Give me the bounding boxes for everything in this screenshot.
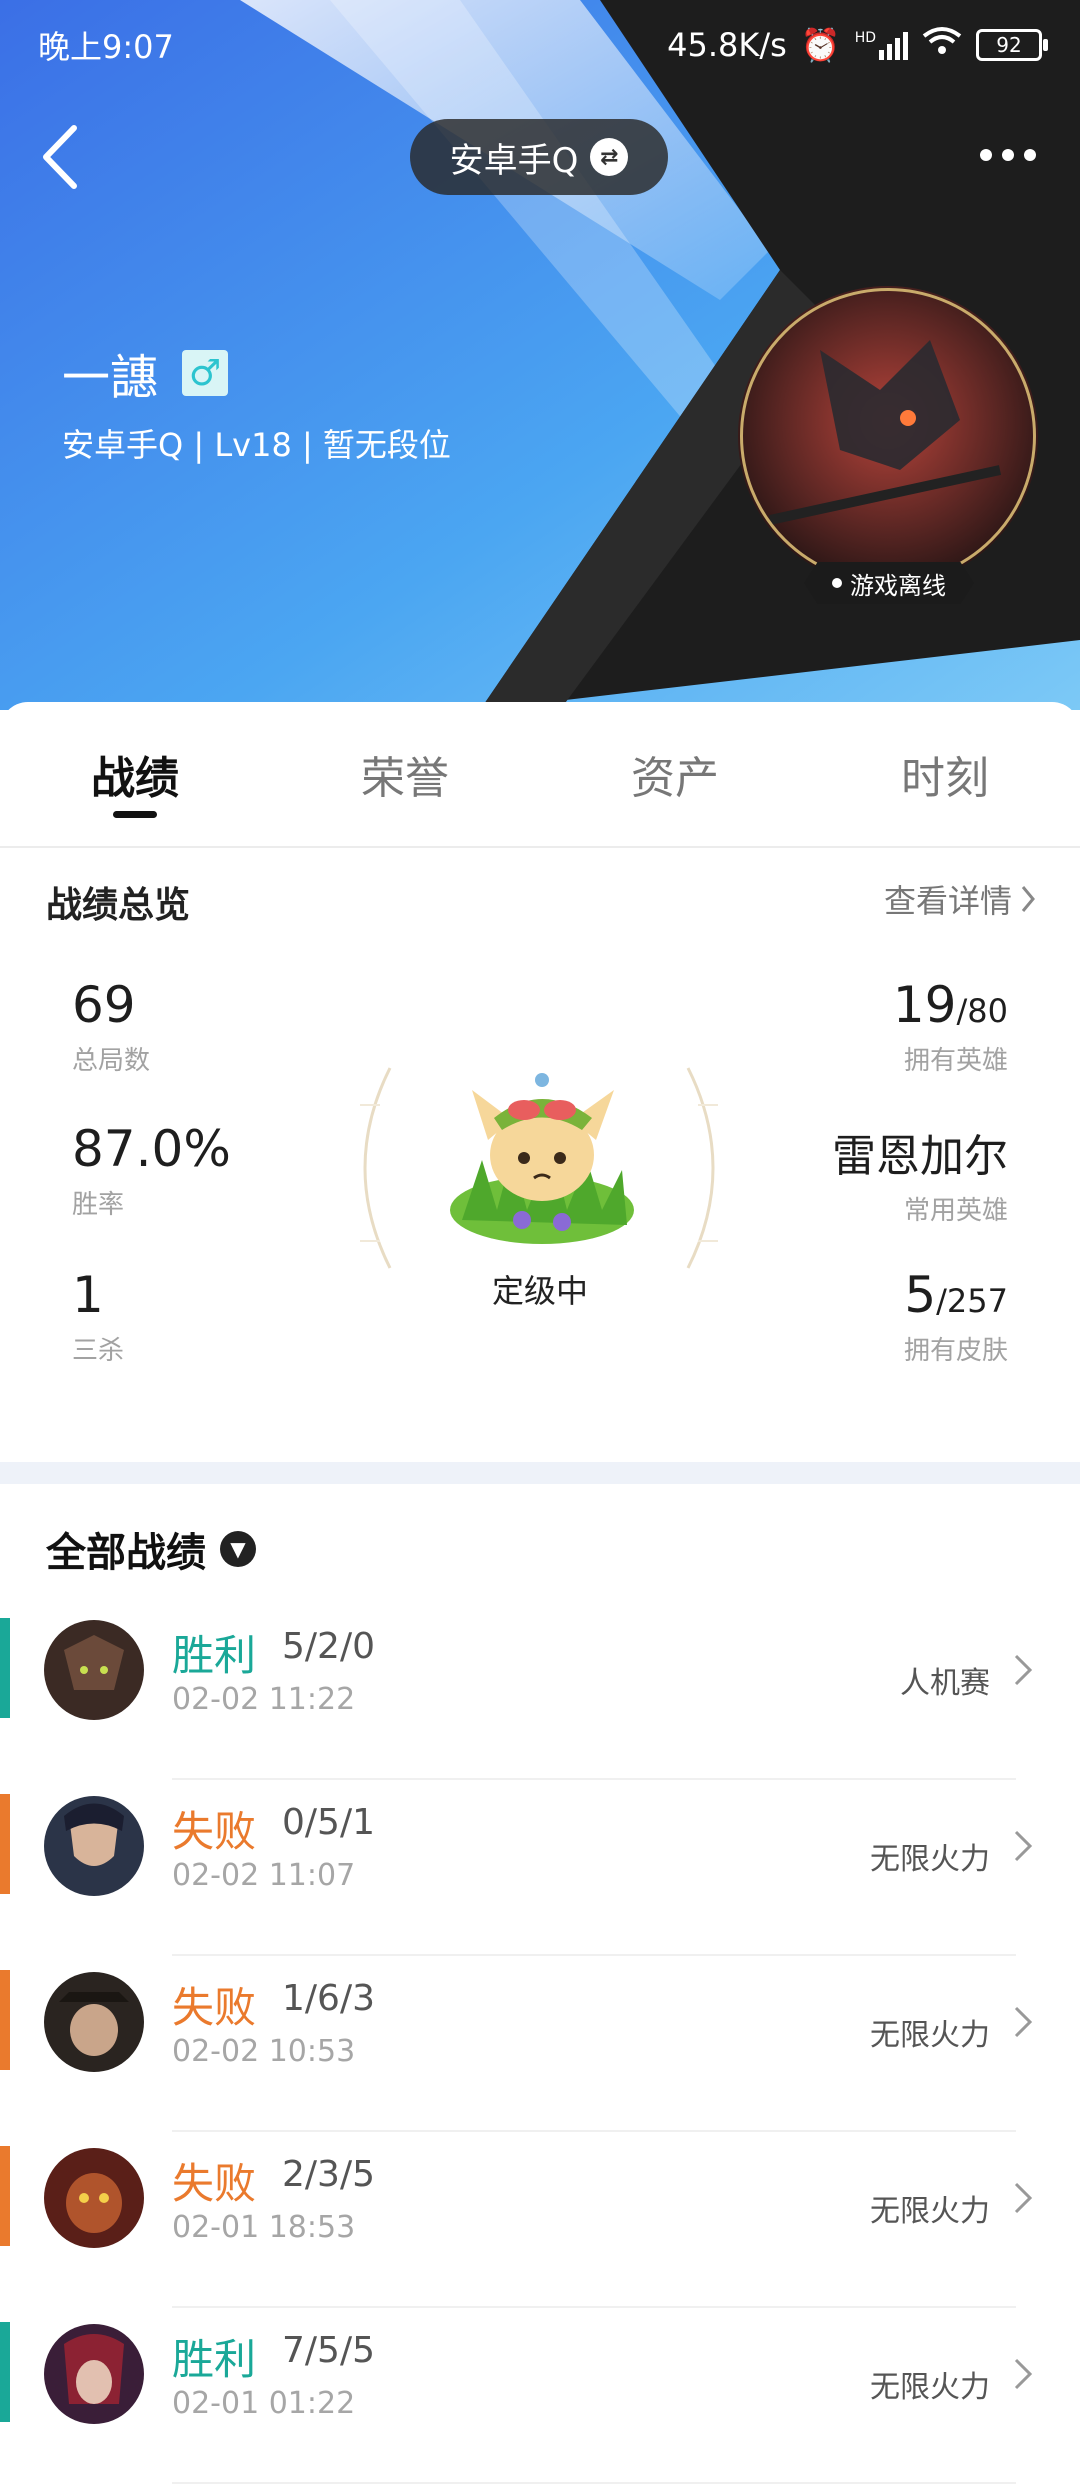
profile-header: 晚上9:07 45.8K/s ⏰ HD 92 安卓手Q ⇄ 一譓 ♂ 安卓手Q … (0, 0, 1080, 710)
status-dot-icon (832, 578, 842, 588)
tab-honor[interactable]: 荣誉 (270, 702, 540, 846)
match-mode: 人机赛 (900, 1666, 990, 1701)
match-time: 02-01 01:22 (172, 2386, 356, 2421)
hero-avatar (44, 1972, 144, 2072)
match-list-title: 全部战绩 (46, 1530, 206, 1576)
tab-record[interactable]: 战绩 (0, 702, 270, 846)
chevron-right-icon (1014, 2006, 1033, 2038)
battery-icon: 92 (976, 29, 1048, 61)
more-button[interactable] (976, 140, 1040, 170)
stat-value: 雷恩加尔 (832, 1131, 1008, 1182)
player-subtitle: 安卓手Q | Lv18 | 暂无段位 (62, 426, 451, 464)
match-row[interactable]: 失败 1/6/3 02-02 10:53 无限火力 (0, 1956, 1080, 2132)
hero-avatar (44, 1620, 144, 1720)
more-dots-icon (980, 149, 992, 161)
stat-value: 19 (892, 976, 957, 1034)
clock: 晚上9:07 (38, 28, 174, 66)
match-mode: 无限火力 (870, 2018, 990, 2053)
match-mode: 无限火力 (870, 2370, 990, 2405)
hero-avatar (44, 2324, 144, 2424)
stat-total-games: 69 总局数 (72, 976, 150, 1077)
match-kda: 0/5/1 (282, 1802, 375, 1843)
chevron-right-icon (1014, 1830, 1033, 1862)
tab-moments[interactable]: 时刻 (810, 702, 1080, 846)
hero-avatar (44, 1796, 144, 1896)
match-row[interactable]: 失败 2/3/5 02-01 18:53 无限火力 (0, 2132, 1080, 2308)
account-label: 安卓手Q (449, 140, 579, 181)
player-avatar[interactable] (740, 288, 1036, 584)
match-mode: 无限火力 (870, 2194, 990, 2229)
stat-win-rate: 87.0% 胜率 (72, 1120, 231, 1221)
match-result: 胜利 (172, 1631, 257, 1680)
chevron-right-icon (1014, 2358, 1033, 2390)
wifi-icon (922, 26, 962, 64)
rank-teemo-icon (450, 1073, 634, 1244)
player-name: 一譓 (62, 350, 159, 406)
chevron-down-circle-icon: ▼ (220, 1531, 256, 1567)
stat-label: 拥有英雄 (903, 1046, 1008, 1076)
match-result: 失败 (172, 1807, 257, 1856)
battery-level: 92 (996, 33, 1022, 57)
chevron-right-icon (1014, 1654, 1033, 1686)
match-time: 02-01 18:53 (172, 2210, 356, 2245)
match-time: 02-02 11:22 (172, 1682, 356, 1717)
hero-avatar (44, 2148, 144, 2248)
match-kda: 7/5/5 (282, 2330, 375, 2371)
profile-tabs: 战绩 荣誉 资产 时刻 (0, 702, 1080, 848)
result-indicator (0, 2146, 10, 2246)
swap-icon: ⇄ (590, 138, 629, 176)
male-gender-icon: ♂ (182, 350, 229, 396)
stat-owned-heroes: 19/80 拥有英雄 (893, 976, 1008, 1077)
chevron-right-icon (1014, 2182, 1033, 2214)
match-result: 胜利 (172, 2335, 257, 2384)
match-mode: 无限火力 (870, 1842, 990, 1877)
result-indicator (0, 1970, 10, 2070)
stat-label: 三杀 (72, 1336, 125, 1366)
match-kda: 2/3/5 (282, 2154, 375, 2195)
match-filter-dropdown[interactable]: 全部战绩 ▼ (46, 1520, 256, 1578)
stat-value: 69 (72, 976, 136, 1034)
online-status-badge: 游戏离线 (804, 562, 974, 604)
view-details-link[interactable]: 查看详情 (884, 876, 1036, 922)
result-indicator (0, 1618, 10, 1718)
match-time: 02-02 11:07 (172, 1858, 356, 1893)
view-details-label: 查看详情 (883, 882, 1012, 920)
stat-label: 胜率 (72, 1190, 125, 1220)
rank-status: 定级中 (491, 1272, 588, 1310)
result-indicator (0, 2322, 10, 2422)
account-switch-button[interactable]: 安卓手Q ⇄ (410, 119, 668, 195)
online-status-label: 游戏离线 (850, 571, 946, 600)
stat-label: 拥有皮肤 (903, 1336, 1008, 1366)
status-bar: 晚上9:07 45.8K/s ⏰ HD 92 (38, 22, 1048, 68)
stat-label: 常用英雄 (903, 1196, 1008, 1226)
player-name-row: 一譓 ♂ (62, 338, 229, 408)
match-row[interactable]: 胜利 7/5/5 02-01 01:22 无限火力 (0, 2308, 1080, 2484)
match-kda: 5/2/0 (282, 1626, 375, 1667)
section-divider (0, 1462, 1080, 1484)
hd-label: HD (854, 30, 876, 46)
result-indicator (0, 1794, 10, 1894)
stat-label: 总局数 (72, 1046, 151, 1076)
match-row[interactable]: 失败 0/5/1 02-02 11:07 无限火力 (0, 1780, 1080, 1956)
signal-icon: HD (855, 30, 908, 60)
back-button[interactable] (38, 122, 84, 192)
stat-value: 87.0% (72, 1120, 231, 1178)
match-result: 失败 (172, 2159, 257, 2208)
match-time: 02-02 10:53 (172, 2034, 356, 2069)
stat-common-hero: 雷恩加尔 常用英雄 (832, 1120, 1008, 1227)
overview-title: 战绩总览 (46, 885, 191, 926)
tab-assets[interactable]: 资产 (540, 702, 810, 846)
alarm-icon: ⏰ (800, 26, 841, 64)
stat-total: /80 (956, 992, 1009, 1030)
chevron-right-icon (1021, 886, 1035, 912)
match-result: 失败 (172, 1983, 257, 2032)
network-speed: 45.8K/s (667, 26, 787, 64)
chevron-left-icon (43, 125, 77, 189)
match-row[interactable]: 胜利 5/2/0 02-02 11:22 人机赛 (0, 1604, 1080, 1780)
match-kda: 1/6/3 (282, 1978, 375, 2019)
